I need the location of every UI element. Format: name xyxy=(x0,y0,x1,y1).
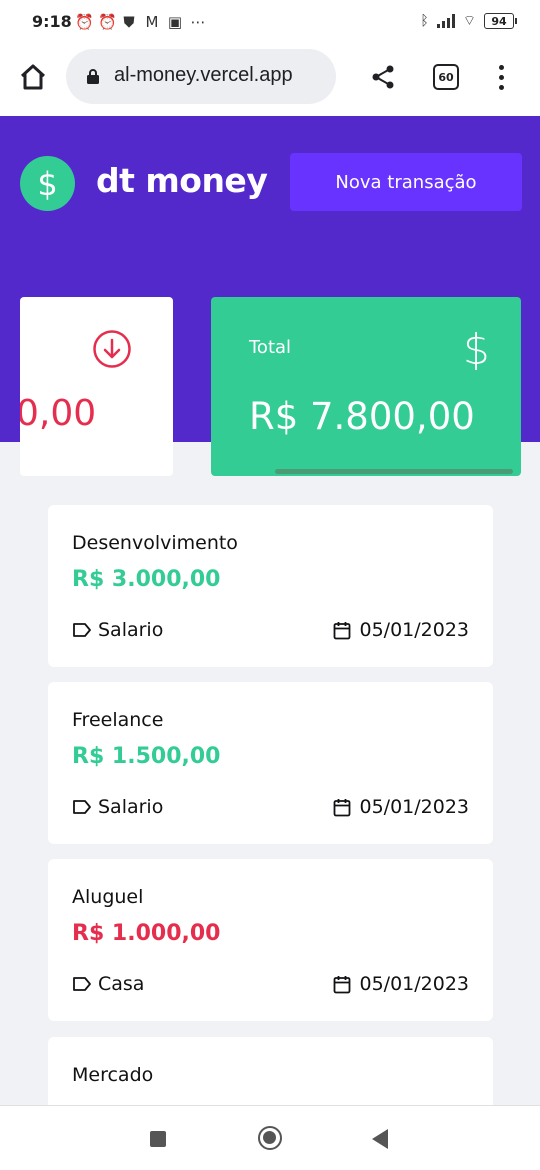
lock-icon xyxy=(87,69,99,84)
notification-icons: ⏰ ⏰ ⛊ M ▣ ⋯ xyxy=(75,12,206,32)
alarm-icon: ⏰ xyxy=(98,13,117,31)
calendar-notif-icon: ▣ xyxy=(167,13,183,31)
transaction-description: Freelance xyxy=(72,709,164,731)
transaction-card[interactable]: Freelance R$ 1.500,00 Salario 05/01/2023 xyxy=(48,682,493,844)
alarm-off-icon: ⏰ xyxy=(75,13,94,31)
logo-text: dt money xyxy=(96,161,268,200)
transaction-card[interactable]: Desenvolvimento R$ 3.000,00 Salario 05/0… xyxy=(48,505,493,667)
transaction-category: Casa xyxy=(72,973,144,995)
date-label: 05/01/2023 xyxy=(359,973,469,995)
home-icon[interactable] xyxy=(18,62,48,92)
transaction-card[interactable]: Aluguel R$ 1.000,00 Casa 05/01/2023 xyxy=(48,859,493,1021)
date-label: 05/01/2023 xyxy=(359,619,469,641)
address-bar[interactable]: al-money.vercel.app xyxy=(66,49,336,104)
more-vert-icon[interactable] xyxy=(494,62,508,92)
dollar-icon: $ xyxy=(463,325,490,374)
system-nav-bar xyxy=(0,1105,540,1170)
transaction-category: Salario xyxy=(72,796,163,818)
transaction-description: Aluguel xyxy=(72,886,144,908)
status-bar: 9:18 ⏰ ⏰ ⛊ M ▣ ⋯ ᛒ ⌔ 94 xyxy=(0,0,540,44)
new-transaction-button[interactable]: Nova transação xyxy=(290,153,522,211)
date-label: 05/01/2023 xyxy=(359,796,469,818)
calendar-icon xyxy=(334,798,351,816)
cards-scrollbar[interactable] xyxy=(275,469,513,474)
browser-toolbar: al-money.vercel.app 60 xyxy=(0,44,540,116)
system-icons: ᛒ ⌔ 94 xyxy=(420,12,517,30)
calendar-icon xyxy=(334,621,351,639)
share-icon[interactable] xyxy=(370,64,396,90)
category-label: Salario xyxy=(98,796,164,818)
tabs-count-button[interactable]: 60 xyxy=(433,64,459,90)
transaction-date: 05/01/2023 xyxy=(333,796,469,818)
transaction-date: 05/01/2023 xyxy=(333,973,469,995)
outcome-value: 0,00 xyxy=(20,393,97,434)
category-label: Casa xyxy=(98,973,145,995)
shield-icon: ⛊ xyxy=(123,13,135,31)
transaction-amount: R$ 3.000,00 xyxy=(72,567,221,592)
url-text: al-money.vercel.app xyxy=(114,64,293,86)
outcome-summary-card: 0,00 xyxy=(20,297,173,476)
gmail-icon: M xyxy=(145,13,159,31)
transaction-amount: R$ 1.000,00 xyxy=(72,921,221,946)
tag-icon xyxy=(73,977,91,991)
transaction-amount: R$ 1.500,00 xyxy=(72,744,221,769)
tag-icon xyxy=(73,800,91,814)
wifi-icon: ⌔ xyxy=(462,13,476,29)
dollar-icon: $ xyxy=(20,156,75,211)
transaction-date: 05/01/2023 xyxy=(333,619,469,641)
transaction-category: Salario xyxy=(72,619,163,641)
signal-icon xyxy=(436,14,455,28)
home-nav-icon[interactable] xyxy=(258,1126,282,1150)
total-summary-card: Total $ R$ 7.800,00 xyxy=(211,297,521,476)
back-icon[interactable] xyxy=(372,1129,388,1149)
arrow-down-circle-icon xyxy=(93,330,131,368)
total-value: R$ 7.800,00 xyxy=(249,395,475,438)
transaction-description: Desenvolvimento xyxy=(72,532,238,554)
total-label: Total xyxy=(249,337,292,358)
battery-icon: 94 xyxy=(484,13,517,29)
more-notifications-icon: ⋯ xyxy=(190,13,206,31)
category-label: Salario xyxy=(98,619,164,641)
status-time: 9:18 xyxy=(32,12,72,31)
transaction-description: Mercado xyxy=(72,1064,154,1086)
tag-icon xyxy=(73,623,91,637)
calendar-icon xyxy=(334,975,351,993)
recents-icon[interactable] xyxy=(150,1131,166,1147)
bluetooth-icon: ᛒ xyxy=(420,13,429,29)
